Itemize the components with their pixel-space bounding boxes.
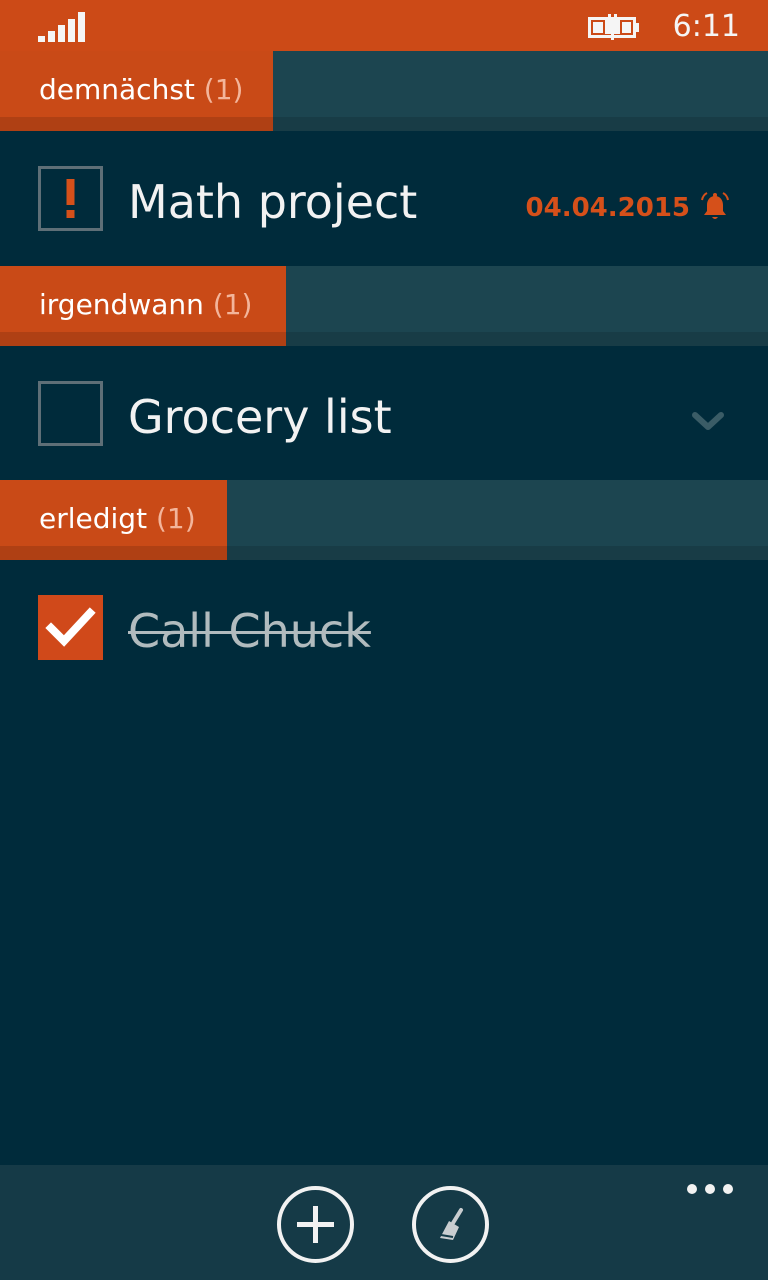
task-title: Call Chuck [128, 604, 371, 658]
task-checkbox[interactable] [38, 381, 103, 446]
section-tab-shade [0, 117, 273, 131]
section-header-done[interactable]: erledigt (1) [0, 480, 768, 560]
section-count: (1) [212, 288, 253, 321]
section-title: demnächst [39, 73, 195, 106]
alarm-bell-icon [701, 192, 729, 219]
checkmark-icon [45, 607, 96, 647]
app-bar [0, 1165, 768, 1280]
status-clock: 6:11 [672, 9, 740, 44]
section-count: (1) [155, 502, 196, 535]
task-row-call-chuck[interactable]: Call Chuck [0, 560, 768, 695]
task-row-grocery-list[interactable]: Grocery list [0, 346, 768, 481]
more-dots-icon[interactable] [686, 1183, 734, 1195]
task-title: Grocery list [128, 390, 392, 444]
section-header-someday[interactable]: irgendwann (1) [0, 266, 768, 346]
signal-strength-icon [38, 12, 85, 42]
broom-clean-icon [440, 1208, 463, 1240]
section-tab-shade [0, 332, 286, 346]
section-label: demnächst (1) [39, 72, 243, 108]
status-bar: 6:11 [0, 0, 768, 51]
task-due-date: 04.04.2015 [525, 193, 690, 223]
add-task-button[interactable] [277, 1186, 354, 1263]
chevron-down-icon[interactable] [690, 409, 726, 433]
task-checkbox-important[interactable] [38, 166, 103, 231]
section-title: irgendwann [39, 288, 204, 321]
section-header-upcoming[interactable]: demnächst (1) [0, 51, 768, 131]
battery-charging-icon [588, 14, 639, 40]
clean-up-button[interactable] [412, 1186, 489, 1263]
section-count: (1) [203, 73, 244, 106]
task-row-math-project[interactable]: Math project 04.04.2015 [0, 131, 768, 266]
section-tab-shade [0, 546, 227, 560]
task-title: Math project [128, 175, 418, 229]
section-title: erledigt [39, 502, 148, 535]
exclamation-icon [66, 179, 75, 218]
section-label: irgendwann (1) [39, 287, 252, 323]
add-icon [297, 1206, 334, 1243]
task-checkbox-checked[interactable] [38, 595, 103, 660]
section-label: erledigt (1) [39, 501, 196, 537]
